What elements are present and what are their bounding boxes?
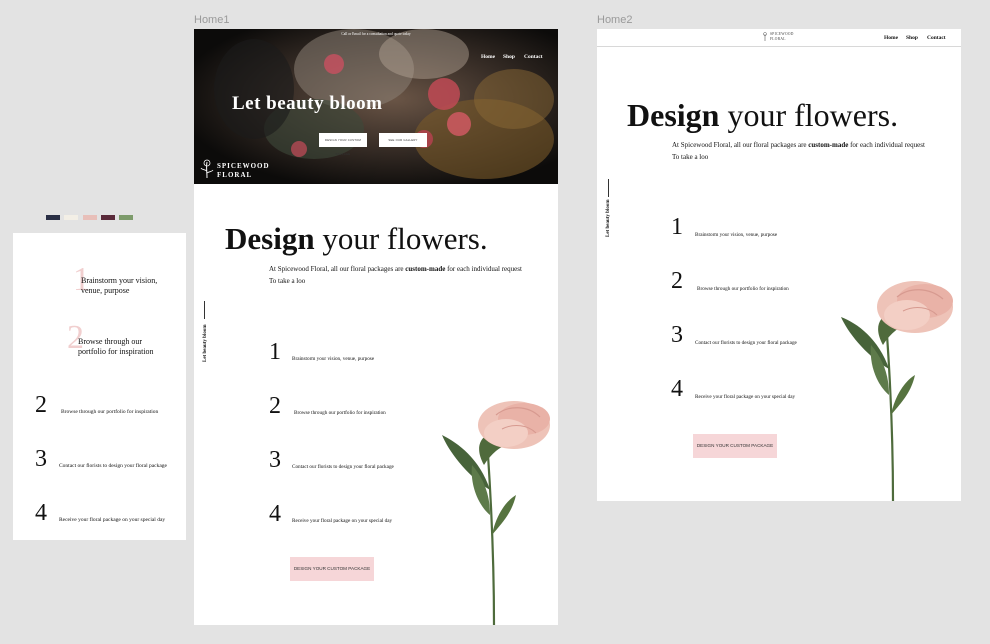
frame-label-home2[interactable]: Home2 — [597, 14, 632, 26]
palette-swatch-sage[interactable] — [119, 215, 133, 220]
intro-text-line2: To take a loo — [672, 153, 709, 161]
rose-image — [841, 281, 953, 501]
step-number: 3 — [269, 447, 281, 473]
headline-bold: Design — [627, 97, 720, 133]
step-text: Brainstorm your vision, venue, purpose — [695, 232, 778, 238]
side-divider — [204, 301, 205, 319]
nav-link-home[interactable]: Home — [481, 45, 495, 63]
hero-title: Let beauty bloom — [232, 93, 383, 114]
intro-text-bold: custom-made — [405, 265, 446, 273]
step-text: Brainstorm your vision, venue, purpose — [292, 356, 375, 362]
frame-label-home1[interactable]: Home1 — [194, 14, 229, 26]
flower-logo-icon — [200, 159, 214, 179]
step-number: 2 — [671, 268, 683, 294]
mobile-steps-card[interactable]: 1 Brainstorm your vision, venue, purpose… — [13, 233, 186, 540]
step-text: Receive your floral package on your spec… — [695, 394, 796, 400]
design-custom-package-button[interactable]: DESIGN YOUR CUSTOM PACKAGE — [290, 557, 374, 581]
intro-text-line2: To take a loo — [269, 277, 306, 285]
artboard-home2[interactable]: SPICEWOOD FLORAL Home Shop Contact Desig… — [597, 29, 961, 501]
nav-link-shop[interactable]: Shop — [503, 45, 515, 63]
nav-link-home[interactable]: Home — [884, 35, 898, 41]
step-text: Brainstorm your vision, venue, purpose — [81, 276, 158, 295]
intro-text-post: for each individual request — [447, 265, 522, 273]
intro-text-pre: At Spicewood Floral, all our floral pack… — [672, 141, 807, 149]
palette-swatch-cream[interactable] — [64, 215, 78, 220]
rose-image — [442, 401, 550, 625]
step-number: 1 — [671, 214, 683, 240]
side-label: Let beauty bloom — [203, 324, 208, 363]
hero-section: Call or Email for a consultation and quo… — [194, 29, 558, 184]
palette-swatch-navy[interactable] — [46, 215, 60, 220]
hero-gallery-button[interactable]: SEE OUR GALLERY — [379, 133, 427, 147]
nav-link-contact[interactable]: Contact — [927, 35, 946, 41]
step-number: 1 — [269, 339, 281, 365]
logo-line1: SPICEWOOD — [770, 32, 794, 36]
side-label: Let beauty bloom — [606, 199, 611, 238]
step-text: Browse through our portfolio for inspira… — [78, 337, 154, 356]
announcement-bar: Call or Email for a consultation and quo… — [341, 32, 411, 36]
step-text: Contact our florists to design your flor… — [292, 464, 394, 470]
step-text: Receive your floral package on your spec… — [292, 518, 393, 524]
nav-link-shop[interactable]: Shop — [906, 35, 918, 41]
palette-swatch-blush[interactable] — [83, 215, 97, 220]
step-text: Contact our florists to design your flor… — [59, 463, 167, 469]
logo-line2: FLORAL — [770, 37, 786, 41]
step-number: 2 — [269, 393, 281, 419]
step-number: 2 — [35, 392, 47, 418]
step-text: Contact our florists to design your flor… — [695, 340, 797, 346]
intro-text-post: for each individual request — [850, 141, 925, 149]
step-text: Browse through our portfolio for inspira… — [61, 409, 159, 415]
step-number: 3 — [671, 322, 683, 348]
intro-text-bold: custom-made — [808, 141, 849, 149]
logo-line1: SPICEWOOD — [217, 162, 270, 170]
page-headline: Design your flowers. — [627, 99, 898, 131]
step-number: 3 — [35, 446, 47, 472]
step-text: Browse through our portfolio for inspira… — [697, 286, 789, 292]
intro-text: At Spicewood Floral, all our floral pack… — [672, 139, 925, 163]
artboard-home1[interactable]: Call or Email for a consultation and quo… — [194, 29, 558, 625]
intro-text: At Spicewood Floral, all our floral pack… — [269, 263, 522, 287]
intro-text-pre: At Spicewood Floral, all our floral pack… — [269, 265, 404, 273]
top-nav: SPICEWOOD FLORAL Home Shop Contact — [597, 29, 961, 47]
palette-swatch-plum[interactable] — [101, 215, 115, 220]
design-custom-package-button[interactable]: DESIGN YOUR CUSTOM PACKAGE — [693, 434, 777, 458]
page-headline: Design your flowers. — [225, 223, 488, 254]
nav-link-contact[interactable]: Contact — [524, 45, 543, 63]
headline-rest: your flowers. — [322, 221, 488, 256]
step-number: 4 — [269, 501, 281, 527]
step-text: Receive your floral package on your spec… — [59, 517, 166, 523]
hero-design-button[interactable]: DESIGN YOUR CUSTOM PACKAGE — [319, 133, 367, 156]
flower-logo-icon — [763, 32, 767, 42]
step-text: Browse through our portfolio for inspira… — [294, 410, 386, 416]
logo-line2: FLORAL — [217, 171, 253, 179]
step-number: 4 — [671, 376, 683, 402]
headline-bold: Design — [225, 221, 315, 256]
side-divider — [608, 179, 609, 197]
headline-rest: your flowers. — [727, 97, 899, 133]
step-number: 4 — [35, 500, 47, 526]
